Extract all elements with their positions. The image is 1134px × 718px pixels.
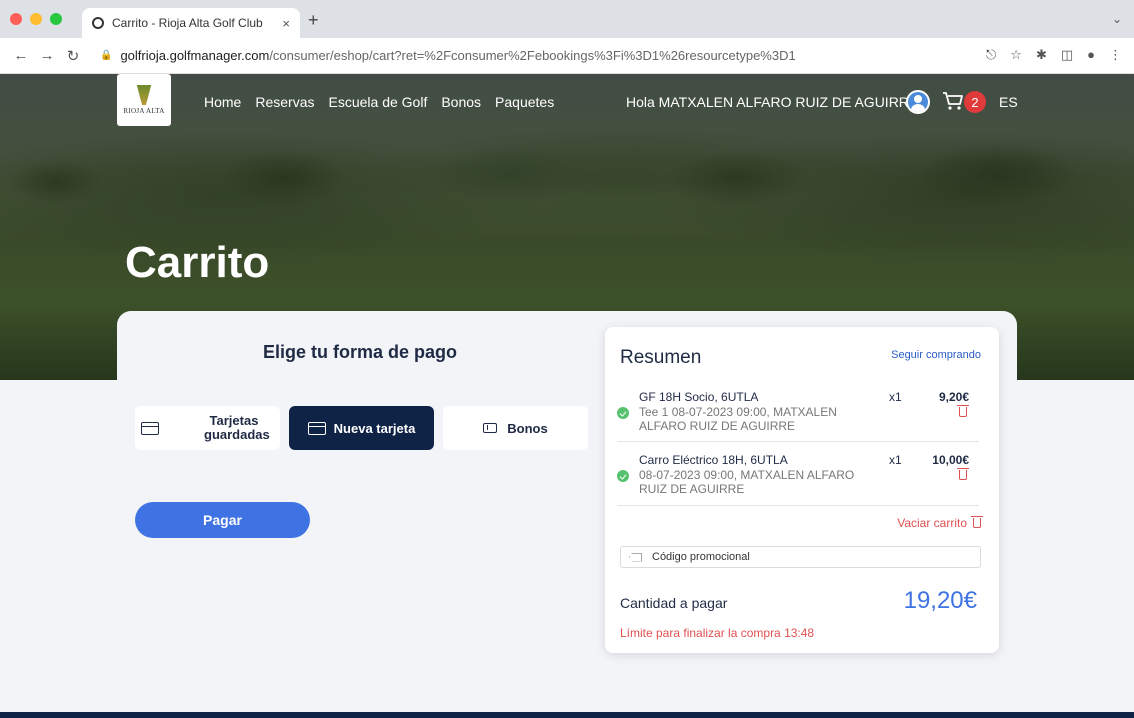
promo-code-placeholder: Código promocional bbox=[652, 551, 750, 563]
bonos-label: Bonos bbox=[507, 420, 548, 436]
nav-home[interactable]: Home bbox=[204, 94, 241, 110]
close-tab-icon[interactable]: × bbox=[282, 16, 290, 31]
continue-shopping-link[interactable]: Seguir comprando bbox=[891, 349, 981, 361]
cart-item-price: 10,00€ bbox=[932, 453, 969, 467]
lock-icon: 🔒 bbox=[100, 50, 113, 61]
pay-button[interactable]: Pagar bbox=[135, 502, 310, 538]
cart-item-quantity: x1 bbox=[889, 453, 902, 467]
payment-method-title: Elige tu forma de pago bbox=[262, 342, 458, 362]
language-selector[interactable]: ES bbox=[999, 94, 1018, 110]
remove-item-trash-icon[interactable] bbox=[957, 468, 969, 480]
side-panel-icon[interactable]: ◫ bbox=[1061, 47, 1073, 63]
cart-item-description: 08-07-2023 09:00, MATXALEN ALFARO RUIZ D… bbox=[639, 468, 855, 496]
payment-method-tabs: Tarjetas guardadas Nueva tarjeta Bonos bbox=[135, 406, 588, 450]
main-nav: Home Reservas Escuela de Golf Bonos Paqu… bbox=[204, 94, 554, 110]
close-window-button[interactable] bbox=[10, 13, 22, 25]
bookmark-star-icon[interactable]: ☆ bbox=[1010, 47, 1022, 63]
bonos-tab[interactable]: Bonos bbox=[443, 406, 588, 450]
empty-cart-button[interactable]: Vaciar carrito bbox=[897, 516, 983, 530]
cart-item-description: Tee 1 08-07-2023 09:00, MATXALEN ALFARO … bbox=[639, 405, 837, 433]
site-favicon-icon bbox=[92, 17, 104, 29]
check-circle-icon bbox=[617, 407, 629, 419]
cart-item-name: Carro Eléctrico 18H, 6UTLA bbox=[639, 453, 788, 467]
user-avatar-icon[interactable] bbox=[906, 90, 930, 114]
check-circle-icon bbox=[617, 470, 629, 482]
url-path: /consumer/eshop/cart?ret=%2Fconsumer%2Fe… bbox=[269, 48, 796, 63]
new-card-label: Nueva tarjeta bbox=[333, 420, 416, 436]
nav-paquetes[interactable]: Paquetes bbox=[495, 94, 554, 110]
empty-cart-label: Vaciar carrito bbox=[897, 516, 967, 530]
item-divider bbox=[617, 505, 979, 506]
share-icon[interactable]: ⎋ bbox=[986, 47, 996, 63]
tab-title: Carrito - Rioja Alta Golf Club bbox=[112, 16, 263, 30]
saved-cards-label: Tarjetas guardadas bbox=[204, 413, 270, 442]
order-summary-card: Resumen Seguir comprando GF 18H Socio, 6… bbox=[605, 327, 999, 653]
profile-icon[interactable]: ● bbox=[1087, 47, 1095, 63]
browser-tab[interactable]: Carrito - Rioja Alta Golf Club × bbox=[82, 8, 300, 38]
cart-item-name: GF 18H Socio, 6UTLA bbox=[639, 390, 759, 404]
minimize-window-button[interactable] bbox=[30, 13, 42, 25]
trophy-cup-icon bbox=[136, 85, 152, 105]
new-card-tab[interactable]: Nueva tarjeta bbox=[289, 406, 434, 450]
browser-tab-bar: Carrito - Rioja Alta Golf Club × + ⌄ bbox=[0, 0, 1134, 38]
amount-to-pay-label: Cantidad a pagar bbox=[620, 595, 728, 611]
page-title: Carrito bbox=[125, 238, 270, 287]
cart-item-quantity: x1 bbox=[889, 390, 902, 404]
credit-card-icon bbox=[307, 421, 326, 435]
hero-tree-decoration bbox=[0, 134, 1134, 214]
credit-card-icon bbox=[141, 421, 159, 435]
saved-cards-tab[interactable]: Tarjetas guardadas bbox=[135, 406, 280, 450]
tab-list-chevron-icon[interactable]: ⌄ bbox=[1112, 12, 1122, 26]
ticket-icon bbox=[483, 423, 498, 433]
trash-icon bbox=[971, 516, 983, 528]
forward-arrow-icon[interactable]: → bbox=[34, 47, 60, 64]
nav-bonos[interactable]: Bonos bbox=[441, 94, 481, 110]
club-logo[interactable]: RIOJA ALTA bbox=[117, 74, 171, 126]
cart-item-price: 9,20€ bbox=[938, 390, 969, 404]
remove-item-trash-icon[interactable] bbox=[957, 405, 969, 417]
browser-toolbar: ⎋ ☆ ✱ ◫ ● ⋮ bbox=[986, 47, 1122, 63]
cart-count-badge[interactable]: 2 bbox=[964, 91, 986, 113]
nav-escuela-de-golf[interactable]: Escuela de Golf bbox=[329, 94, 428, 110]
extensions-icon[interactable]: ✱ bbox=[1036, 47, 1047, 63]
new-tab-button[interactable]: + bbox=[308, 10, 319, 31]
promo-code-input[interactable]: Código promocional bbox=[620, 546, 981, 568]
purchase-time-limit: Límite para finalizar la compra 13:48 bbox=[620, 626, 815, 640]
logo-text: RIOJA ALTA bbox=[123, 107, 165, 115]
summary-title: Resumen bbox=[620, 347, 702, 368]
menu-kebab-icon[interactable]: ⋮ bbox=[1109, 47, 1122, 63]
footer-bar bbox=[0, 712, 1134, 718]
amount-to-pay-value: 19,20€ bbox=[903, 587, 977, 614]
tag-icon bbox=[629, 552, 642, 562]
reload-icon[interactable]: ↻ bbox=[60, 47, 86, 65]
maximize-window-button[interactable] bbox=[50, 13, 62, 25]
back-arrow-icon[interactable]: ← bbox=[8, 47, 34, 64]
item-divider bbox=[617, 441, 979, 442]
url-field[interactable]: 🔒 golfrioja.golfmanager.com/consumer/esh… bbox=[100, 48, 980, 63]
user-greeting[interactable]: Hola MATXALEN ALFARO RUIZ DE AGUIRRE bbox=[626, 94, 918, 110]
shopping-cart-icon[interactable] bbox=[942, 91, 964, 111]
window-controls bbox=[10, 13, 62, 25]
address-bar: ← → ↻ 🔒 golfrioja.golfmanager.com/consum… bbox=[0, 38, 1134, 74]
nav-reservas[interactable]: Reservas bbox=[255, 94, 314, 110]
url-host: golfrioja.golfmanager.com bbox=[120, 48, 270, 63]
